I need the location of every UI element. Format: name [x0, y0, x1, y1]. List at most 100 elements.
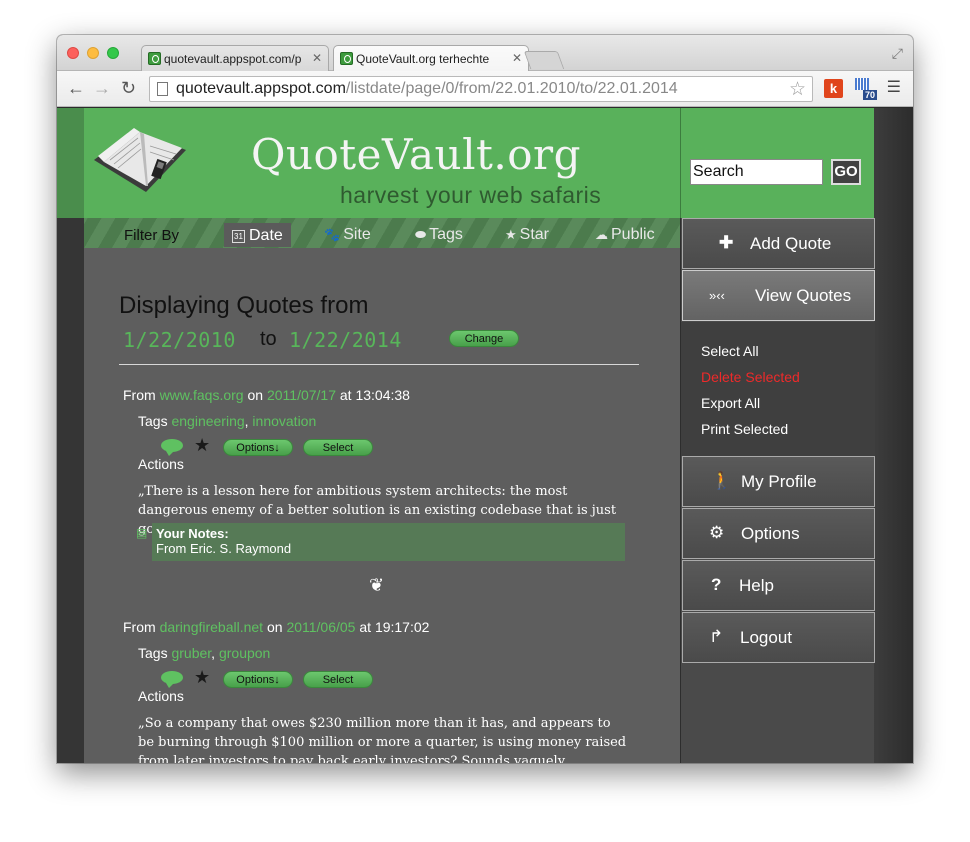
collapse-arrows-icon: »‹‹: [709, 288, 725, 303]
filter-tab-label: Date: [249, 227, 283, 244]
site-logo-text[interactable]: QuoteVault.org: [251, 130, 581, 179]
browser-tab-2[interactable]: QuoteVault.org terhechte ✕: [333, 45, 529, 72]
quote-site-link[interactable]: www.faqs.org: [160, 387, 244, 403]
comment-bubble-icon[interactable]: [161, 439, 183, 456]
tag-icon: ⬬: [415, 227, 427, 242]
select-button[interactable]: Select: [303, 671, 373, 688]
filter-tab-label: Star: [519, 226, 549, 243]
on-label: on: [266, 619, 283, 635]
extension-k-icon[interactable]: k: [824, 79, 843, 98]
quote-tags: Tags gruber, groupon: [138, 645, 271, 661]
select-button[interactable]: Select: [303, 439, 373, 456]
quote-tags: Tags engineering, innovation: [138, 413, 317, 429]
quote-source-line: From daringfireball.net on 2011/06/05 at…: [123, 619, 429, 635]
cloud-icon: ☁: [595, 227, 608, 242]
actions-label: Actions: [138, 456, 184, 472]
view-quotes-label: View Quotes: [755, 286, 852, 305]
from-label: From: [123, 619, 156, 635]
quote-date-link[interactable]: 2011/07/17: [267, 387, 336, 403]
star-icon[interactable]: ★: [194, 435, 210, 456]
options-button[interactable]: Options↓: [223, 671, 293, 688]
forward-arrow-icon[interactable]: →: [93, 78, 111, 99]
tab-close-icon[interactable]: ✕: [312, 51, 322, 65]
print-selected-link[interactable]: Print Selected: [701, 421, 788, 437]
back-arrow-icon[interactable]: ←: [67, 78, 85, 99]
view-quotes-button[interactable]: »‹‹ View Quotes: [682, 270, 875, 321]
view-quotes-submenu: Select All Delete Selected Export All Pr…: [681, 322, 875, 456]
paw-icon: 🐾: [324, 227, 341, 242]
page-bg-right: [874, 108, 913, 763]
filter-label: Filter By: [124, 227, 180, 244]
quotevault-favicon-icon: [340, 52, 353, 65]
bookmark-star-icon[interactable]: ☆: [789, 78, 806, 101]
tags-label: Tags: [138, 645, 168, 661]
calendar-icon: 31: [232, 230, 245, 243]
tag-link[interactable]: engineering: [171, 413, 244, 429]
notes-title: Your Notes:: [156, 526, 621, 541]
help-button[interactable]: ? Help: [682, 560, 875, 611]
quote-date-link[interactable]: 2011/06/05: [286, 619, 355, 635]
filter-tab-site[interactable]: 🐾 Site: [324, 226, 371, 244]
help-label: Help: [739, 576, 774, 595]
notes-title-text: Your Notes:: [156, 526, 229, 541]
actions-label: Actions: [138, 688, 184, 704]
window-minimize-button[interactable]: [87, 47, 99, 59]
new-tab-button[interactable]: [523, 51, 565, 69]
tag-link[interactable]: gruber: [171, 645, 211, 661]
window-maximize-button[interactable]: [107, 47, 119, 59]
options-button[interactable]: Options↓: [223, 439, 293, 456]
my-profile-label: My Profile: [741, 472, 817, 491]
reload-icon[interactable]: ↻: [121, 78, 136, 99]
plus-icon: ✚: [719, 233, 734, 252]
tab-close-icon[interactable]: ✕: [512, 51, 522, 65]
right-sidebar: ✚ Add Quote »‹‹ View Quotes Select All D…: [680, 218, 875, 763]
browser-menu-icon[interactable]: ☰: [887, 80, 901, 96]
window-close-button[interactable]: [67, 47, 79, 59]
on-label: on: [247, 387, 264, 403]
logout-label: Logout: [740, 628, 792, 647]
page-bg-left: [57, 218, 84, 763]
quote-site-link[interactable]: daringfireball.net: [160, 619, 264, 635]
add-quote-button[interactable]: ✚ Add Quote: [682, 218, 875, 269]
at-label: at: [359, 619, 372, 635]
fullscreen-icon[interactable]: ⤢: [892, 45, 903, 62]
extension-counter-icon[interactable]: 70: [855, 78, 877, 100]
page-bg-left-top: [57, 108, 84, 218]
my-profile-button[interactable]: 🚶 My Profile: [682, 456, 875, 507]
star-icon[interactable]: ★: [194, 667, 210, 688]
from-date: 1/22/2010: [123, 328, 236, 352]
filter-tab-date[interactable]: 31 Date: [224, 223, 291, 247]
export-all-link[interactable]: Export All: [701, 395, 760, 411]
tab-title: quotevault.appspot.com/p: [164, 52, 302, 66]
page-viewport: QuoteVault.org harvest your web safaris …: [57, 108, 913, 763]
filter-tab-tags[interactable]: ⬬ Tags: [415, 226, 463, 244]
tag-link[interactable]: groupon: [219, 645, 270, 661]
filter-tab-public[interactable]: ☁ Public: [595, 226, 655, 244]
gear-icon: ⚙: [709, 523, 725, 542]
to-label: to: [260, 328, 277, 350]
filter-tab-star[interactable]: ★ Star: [505, 226, 549, 244]
comment-bubble-icon[interactable]: [161, 671, 183, 688]
filter-tab-label: Site: [343, 226, 371, 243]
change-date-button[interactable]: Change: [449, 330, 519, 347]
logout-button[interactable]: ↱ Logout: [682, 612, 875, 663]
extension-badge: 70: [862, 90, 877, 100]
search-go-button[interactable]: GO: [831, 159, 861, 185]
delete-selected-link[interactable]: Delete Selected: [701, 369, 800, 385]
search-input[interactable]: Search: [690, 159, 823, 185]
select-all-link[interactable]: Select All: [701, 343, 759, 359]
tag-link[interactable]: innovation: [252, 413, 316, 429]
logout-arrow-icon: ↱: [709, 627, 724, 646]
url-host: quotevault.appspot.com: [176, 80, 346, 97]
quotevault-favicon-icon: [148, 52, 161, 65]
browser-tab-1[interactable]: quotevault.appspot.com/p ✕: [141, 45, 329, 71]
options-menu-button[interactable]: ⚙ Options: [682, 508, 875, 559]
filter-bar: Filter By 31 Date 🐾 Site ⬬ Tags ★ Star ☁ Publ…: [84, 218, 680, 248]
quote-time: 19:17:02: [374, 619, 430, 635]
grid-icon: [855, 78, 869, 90]
notes-icon: ▤: [136, 526, 148, 540]
tags-label: Tags: [138, 413, 168, 429]
notes-text: From Eric. S. Raymond: [156, 541, 292, 556]
page-icon: [157, 82, 168, 96]
address-bar[interactable]: quotevault.appspot.com/listdate/page/0/f…: [149, 76, 813, 102]
